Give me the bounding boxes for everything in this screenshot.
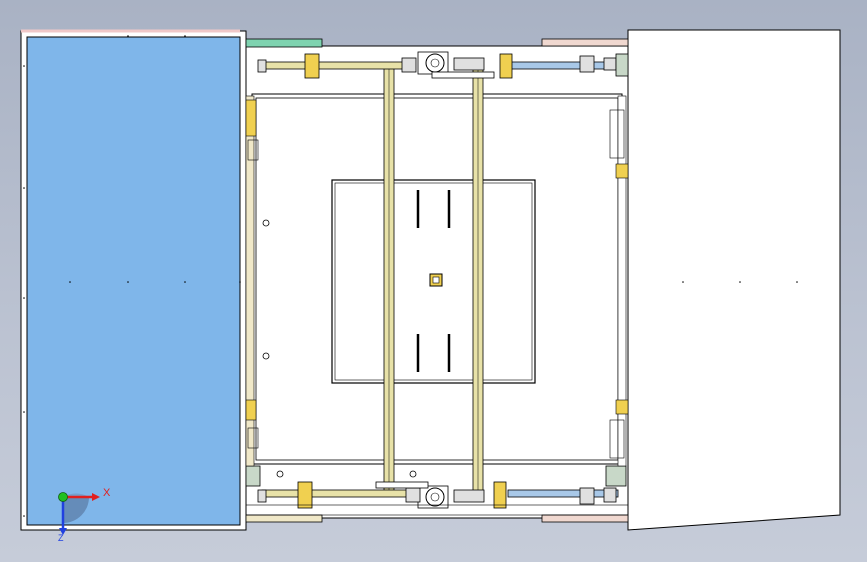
machine-body bbox=[245, 38, 629, 523]
cad-drawing bbox=[20, 29, 841, 535]
left-panel-fill bbox=[26, 36, 241, 526]
right-panel[interactable] bbox=[627, 29, 841, 531]
cad-viewport[interactable]: X Z bbox=[0, 0, 867, 562]
pink-strip-top bbox=[541, 38, 629, 47]
right-panel-shape bbox=[627, 29, 841, 531]
teal-strip bbox=[245, 38, 323, 48]
left-panel[interactable] bbox=[20, 29, 247, 531]
z-axis-label: Z bbox=[58, 533, 64, 543]
x-axis-label: X bbox=[103, 487, 111, 499]
y-axis-dot bbox=[58, 492, 68, 502]
